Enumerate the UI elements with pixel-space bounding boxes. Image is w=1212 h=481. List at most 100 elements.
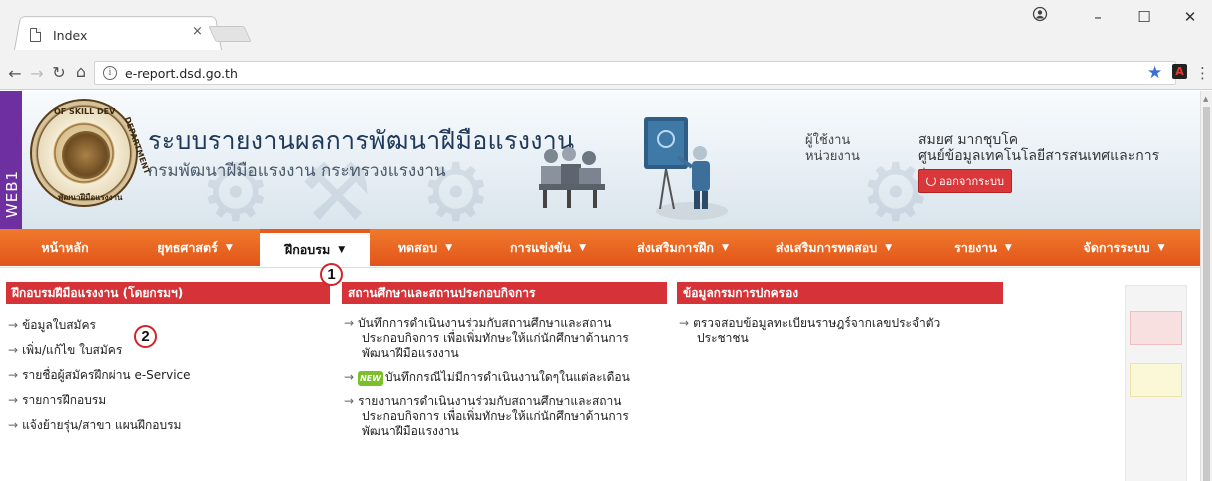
nav-label: หน้าหลัก bbox=[41, 239, 89, 255]
side-badge: WEB1 bbox=[0, 91, 22, 229]
vertical-scrollbar[interactable]: ▲ bbox=[1200, 91, 1212, 481]
menu-link-record-no-activity[interactable]: → NEW บันทึกกรณีไม่มีการดำเนินงานใดๆในแต่ล… bbox=[344, 370, 630, 386]
browser-menu-icon[interactable]: ⋮ bbox=[1195, 64, 1210, 82]
nav-training[interactable]: ฝึกอบรม ▼ bbox=[260, 229, 370, 266]
chevron-down-icon: ▼ bbox=[1157, 242, 1165, 253]
menu-link-eservice-applicants[interactable]: → รายชื่อผู้สมัครฝึกผ่าน e-Service bbox=[8, 368, 191, 383]
tab-title: Index bbox=[53, 27, 88, 43]
url-text[interactable]: e-report.dsd.go.th bbox=[125, 66, 238, 81]
scroll-up-icon[interactable]: ▲ bbox=[1203, 95, 1208, 103]
nav-label: ส่งเสริมการฝึก bbox=[637, 239, 714, 255]
main-navbar: หน้าหลัก ยุทธศาสตร์ ▼ ฝึกอบรม ▼ ทดสอบ ▼ การ… bbox=[0, 229, 1200, 266]
department-seal-logo[interactable]: OF SKILL DEV DEPARTMENT พัฒนาฝีมือแรงงาน bbox=[30, 99, 152, 207]
chevron-down-icon: ▼ bbox=[338, 244, 346, 255]
arrow-icon: → bbox=[8, 418, 19, 432]
back-arrow-icon[interactable]: ← bbox=[6, 64, 24, 83]
nav-label: จัดการระบบ bbox=[1083, 239, 1150, 255]
forward-arrow-icon[interactable]: → bbox=[28, 64, 46, 83]
chevron-down-icon: ▼ bbox=[885, 242, 893, 253]
maximize-icon[interactable]: ☐ bbox=[1134, 8, 1154, 26]
menu-link-edit-application[interactable]: → เพิ่ม/แก้ไข ใบสมัคร bbox=[8, 343, 122, 358]
nav-training-promotion[interactable]: ส่งเสริมการฝึก ▼ bbox=[616, 229, 750, 266]
arrow-icon: → bbox=[344, 370, 355, 384]
step-callout-1: 1 bbox=[320, 263, 343, 286]
link-text: บันทึกการดำเนินงานร่วมกับสถานศึกษาและสถา… bbox=[358, 316, 612, 330]
link-text: ประกอบกิจการ เพื่อเพิ่มทักษะให้แก่นักศึก… bbox=[362, 331, 629, 345]
new-badge: NEW bbox=[358, 371, 384, 386]
link-text: ประชาชน bbox=[697, 331, 749, 345]
link-text: พัฒนาฝีมือแรงงาน bbox=[362, 346, 459, 360]
nav-label: ทดสอบ bbox=[397, 239, 438, 255]
home-icon[interactable]: ⌂ bbox=[72, 62, 90, 81]
nav-label: รายงาน bbox=[954, 239, 997, 255]
menu-link-check-civil-registration[interactable]: → ตรวจสอบข้อมูลทะเบียนราษฎร์จากเลขประจำตั… bbox=[679, 316, 940, 346]
menu-link-record-cooperation[interactable]: → บันทึกการดำเนินงานร่วมกับสถานศึกษาและสถ… bbox=[344, 316, 629, 361]
browser-toolbar: ← → ↻ ⌂ i e-report.dsd.go.th ★ bbox=[0, 56, 1212, 90]
arrow-icon: → bbox=[8, 368, 19, 382]
chevron-down-icon: ▼ bbox=[721, 242, 729, 253]
link-text: พัฒนาฝีมือแรงงาน bbox=[362, 424, 459, 438]
seal-text-top: OF SKILL DEV bbox=[54, 107, 116, 116]
power-icon bbox=[926, 176, 937, 186]
nav-testing-promotion[interactable]: ส่งเสริมการทดสอบ ▼ bbox=[750, 229, 918, 266]
page-icon bbox=[30, 28, 41, 42]
nav-strategy[interactable]: ยุทธศาสตร์ ▼ bbox=[130, 229, 260, 266]
nav-label: ยุทธศาสตร์ bbox=[157, 239, 218, 255]
people-at-computers-illustration bbox=[539, 147, 605, 208]
nav-reports[interactable]: รายงาน ▼ bbox=[918, 229, 1048, 266]
reload-icon[interactable]: ↻ bbox=[50, 63, 68, 82]
menu-link-application-data[interactable]: → ข้อมูลใบสมัคร bbox=[8, 318, 96, 333]
link-text: รายการฝึกอบรม bbox=[22, 393, 107, 407]
minimize-icon[interactable]: – bbox=[1088, 8, 1108, 26]
link-text: ประกอบกิจการ เพื่อเพิ่มทักษะให้แก่นักศึก… bbox=[362, 409, 629, 423]
scrollbar-thumb[interactable] bbox=[1203, 107, 1210, 481]
link-text: บันทึกกรณีไม่มีการดำเนินงานใดๆในแต่ละเดื… bbox=[385, 370, 630, 384]
link-text: รายงานการดำเนินงานร่วมกับสถานศึกษาและสถา… bbox=[358, 394, 622, 408]
nav-testing[interactable]: ทดสอบ ▼ bbox=[370, 229, 480, 266]
nav-system-admin[interactable]: จัดการระบบ ▼ bbox=[1048, 229, 1200, 266]
menu-link-move-batch[interactable]: → แจ้งย้ายรุ่น/สาขา แผนฝึกอบรม bbox=[8, 418, 181, 433]
nav-competition[interactable]: การแข่งขัน ▼ bbox=[480, 229, 616, 266]
training-mega-menu: ฝึกอบรมฝีมือแรงงาน (โดยกรมฯ) → ข้อมูลใบสม… bbox=[0, 267, 1200, 481]
chevron-down-icon: ▼ bbox=[445, 242, 453, 253]
info-icon[interactable]: i bbox=[103, 66, 117, 80]
unit-label: หน่วยงาน bbox=[805, 149, 860, 164]
chevron-down-icon: ▼ bbox=[225, 242, 233, 253]
logout-label: ออกจากระบบ bbox=[939, 175, 1004, 188]
tab-label-wrap[interactable]: Index bbox=[30, 24, 210, 46]
menu-link-report-cooperation[interactable]: → รายงานการดำเนินงานร่วมกับสถานศึกษาและสถ… bbox=[344, 394, 629, 439]
arrow-icon: → bbox=[8, 318, 19, 332]
menu-link-training-list[interactable]: → รายการฝึกอบรม bbox=[8, 393, 106, 408]
background-notice-box bbox=[1130, 363, 1182, 397]
logout-button[interactable]: ออกจากระบบ bbox=[918, 169, 1012, 193]
new-tab-button[interactable] bbox=[208, 26, 252, 42]
pdf-extension-icon[interactable]: A bbox=[1172, 64, 1187, 79]
site-header: ⚙ ⚒ ⚙ ⚙ WEB1 OF SKILL DEV DEPARTMENT พัฒ… bbox=[0, 91, 1200, 229]
tab-close-icon[interactable]: × bbox=[192, 24, 203, 39]
chevron-down-icon: ▼ bbox=[1004, 242, 1012, 253]
arrow-icon: → bbox=[8, 343, 19, 357]
link-text: ข้อมูลใบสมัคร bbox=[22, 318, 96, 332]
link-text: เพิ่ม/แก้ไข ใบสมัคร bbox=[22, 343, 123, 357]
close-icon[interactable]: ✕ bbox=[1180, 8, 1200, 26]
address-bar[interactable]: i e-report.dsd.go.th ★ bbox=[94, 61, 1176, 85]
link-text: ตรวจสอบข้อมูลทะเบียนราษฎร์จากเลขประจำตัว bbox=[693, 316, 941, 330]
nav-home[interactable]: หน้าหลัก bbox=[0, 229, 130, 266]
nav-label: ส่งเสริมการทดสอบ bbox=[775, 239, 878, 255]
nav-label: การแข่งขัน bbox=[509, 239, 572, 255]
column-heading-dopa: ข้อมูลกรมการปกครอง bbox=[677, 282, 1003, 304]
browser-titlebar: Index × – ☐ ✕ bbox=[0, 0, 1212, 56]
seal-text-bottom: พัฒนาฝีมือแรงงาน bbox=[58, 193, 123, 202]
arrow-icon: → bbox=[344, 316, 355, 330]
side-badge-text: WEB1 bbox=[3, 169, 21, 219]
page-viewport: ⚙ ⚒ ⚙ ⚙ WEB1 OF SKILL DEV DEPARTMENT พัฒ… bbox=[0, 91, 1200, 481]
site-title: ระบบรายงานผลการพัฒนาฝีมือแรงงาน bbox=[148, 126, 575, 155]
column-heading-institutions: สถานศึกษาและสถานประกอบกิจการ bbox=[342, 282, 667, 304]
nav-label: ฝึกอบรม bbox=[284, 241, 331, 257]
arrow-icon: → bbox=[8, 393, 19, 407]
profile-icon[interactable] bbox=[1030, 6, 1050, 26]
link-text: รายชื่อผู้สมัครฝึกผ่าน e-Service bbox=[22, 368, 191, 382]
seal-emblem bbox=[62, 131, 110, 179]
presenter-board-illustration bbox=[644, 117, 728, 220]
bookmark-star-icon[interactable]: ★ bbox=[1147, 63, 1162, 83]
